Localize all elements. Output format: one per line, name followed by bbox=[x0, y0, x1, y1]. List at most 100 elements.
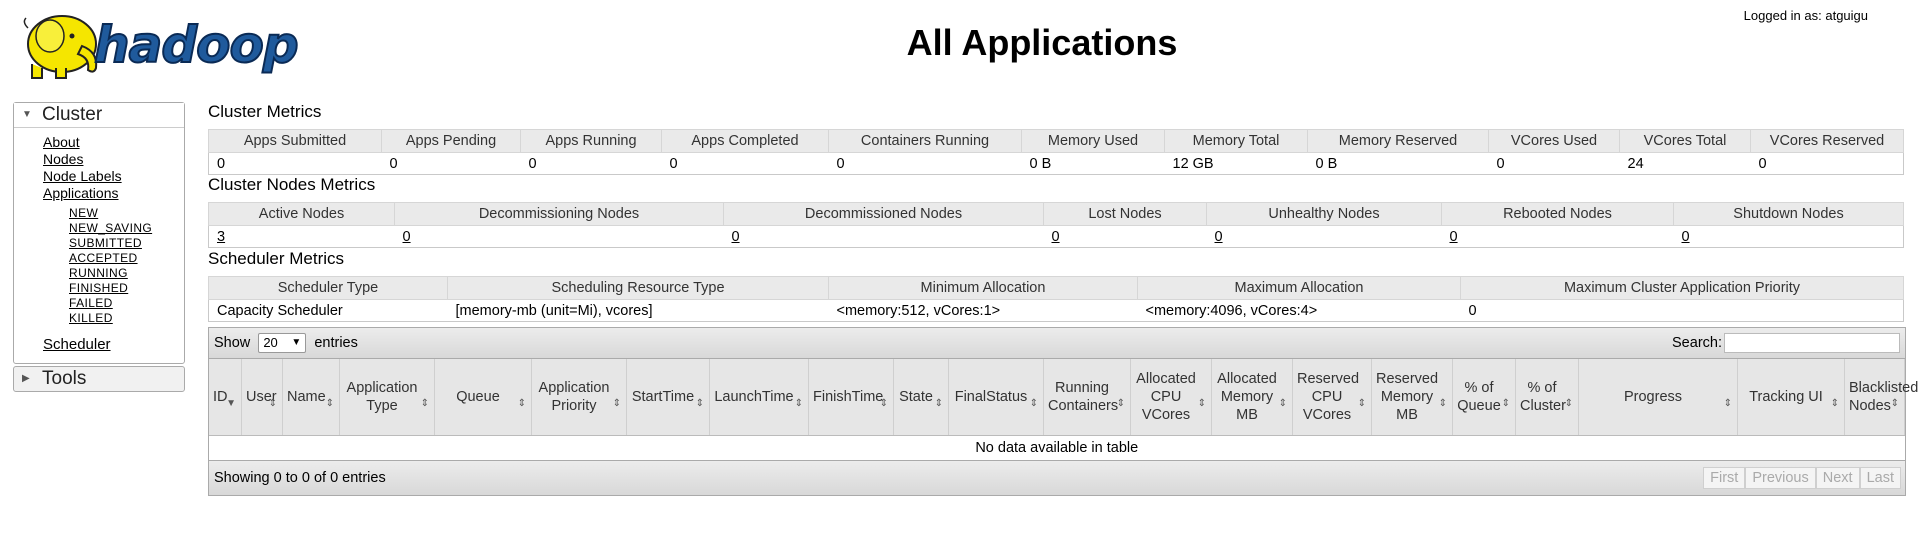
col-running-containers[interactable]: Running Containers ⇕ bbox=[1043, 359, 1131, 436]
triangle-down-icon: ▼ bbox=[22, 109, 32, 120]
col-unhealthy-nodes: Unhealthy Nodes bbox=[1206, 202, 1442, 226]
col-state[interactable]: State ⇕ bbox=[893, 359, 949, 436]
col-allocated-cpu-vcores[interactable]: Allocated CPU VCores ⇕ bbox=[1130, 359, 1212, 436]
sort-both-icon: ⇕ bbox=[1501, 398, 1510, 409]
nav-link-state-failed[interactable]: FAILED bbox=[69, 296, 113, 310]
apps-header-row: ID ▼ User ⇕ Name ⇕ Application Type ⇕ Queue ⇕… bbox=[209, 359, 1918, 436]
scheduler-metrics-table: Scheduler Type Scheduling Resource Type … bbox=[208, 276, 1904, 322]
cluster-nodes-metrics-title: Cluster Nodes Metrics bbox=[208, 175, 376, 194]
col-progress-label: Progress bbox=[1623, 389, 1683, 405]
col-queue[interactable]: Queue ⇕ bbox=[434, 359, 532, 436]
col-user[interactable]: User ⇕ bbox=[241, 359, 283, 436]
cluster-nav-header[interactable]: ▼ Cluster bbox=[14, 103, 184, 128]
col-percent-of-cluster[interactable]: % of Cluster ⇕ bbox=[1515, 359, 1579, 436]
show-label: Show bbox=[214, 335, 251, 351]
col-apps-completed: Apps Completed bbox=[661, 129, 829, 153]
col-finishtime-label: FinishTime bbox=[813, 389, 884, 405]
sort-both-icon: ⇕ bbox=[1029, 398, 1038, 409]
pager-first-button[interactable]: First bbox=[1703, 467, 1746, 489]
col-lost-nodes: Lost Nodes bbox=[1043, 202, 1207, 226]
table-row: No data available in table bbox=[209, 436, 1905, 461]
table-info: Showing 0 to 0 of 0 entries bbox=[214, 470, 386, 486]
val-memory-reserved: 0 B bbox=[1307, 152, 1489, 175]
col-launchtime[interactable]: LaunchTime ⇕ bbox=[709, 359, 809, 436]
col-application-priority[interactable]: Application Priority ⇕ bbox=[531, 359, 627, 436]
link-rebooted-nodes[interactable]: 0 bbox=[1450, 229, 1458, 245]
col-progress[interactable]: Progress ⇕ bbox=[1578, 359, 1738, 436]
pagination: First Previous Next Last bbox=[1703, 467, 1901, 489]
page-size-select[interactable]: 20 ▼ bbox=[258, 333, 307, 354]
col-rebooted-nodes: Rebooted Nodes bbox=[1441, 202, 1674, 226]
triangle-right-icon: ▶ bbox=[22, 373, 30, 384]
col-blacklisted-nodes[interactable]: Blacklisted Nodes ⇕ bbox=[1844, 359, 1918, 436]
cluster-nodes-metrics-table: Active Nodes Decommissioning Nodes Decom… bbox=[208, 202, 1904, 248]
applications-table-panel: Show 20 ▼ entries Search: ID ▼ User ⇕ Name ⇕… bbox=[208, 327, 1918, 496]
logged-in-user: Logged in as: atguigu bbox=[1743, 8, 1868, 23]
col-finalstatus[interactable]: FinalStatus ⇕ bbox=[948, 359, 1044, 436]
sort-both-icon: ⇕ bbox=[1890, 398, 1899, 409]
apps-table-toolbar: Show 20 ▼ entries Search: bbox=[209, 328, 1905, 359]
search-area: Search: bbox=[1672, 328, 1900, 358]
sort-both-icon: ⇕ bbox=[1723, 398, 1732, 409]
app-state-links: NEW NEW_SAVING SUBMITTED ACCEPTED RUNNIN… bbox=[43, 206, 184, 326]
col-application-type[interactable]: Application Type ⇕ bbox=[339, 359, 435, 436]
pager-last-button[interactable]: Last bbox=[1859, 467, 1901, 489]
tools-nav-panel[interactable]: ▶ Tools bbox=[13, 366, 185, 392]
col-percent-of-cluster-label: % of Cluster bbox=[1520, 380, 1566, 414]
hadoop-logo[interactable]: hadoop bbox=[12, 6, 312, 82]
nav-link-node-labels[interactable]: Node Labels bbox=[43, 168, 122, 184]
nav-link-state-submitted[interactable]: SUBMITTED bbox=[69, 236, 142, 250]
nav-link-nodes[interactable]: Nodes bbox=[43, 151, 83, 167]
nav-link-state-new-saving[interactable]: NEW_SAVING bbox=[69, 221, 152, 235]
col-percent-of-queue[interactable]: % of Queue ⇕ bbox=[1452, 359, 1516, 436]
nav-link-state-killed[interactable]: KILLED bbox=[69, 311, 113, 325]
val-apps-completed: 0 bbox=[661, 152, 829, 175]
nav-link-state-running[interactable]: RUNNING bbox=[69, 266, 128, 280]
pager-previous-button[interactable]: Previous bbox=[1745, 467, 1816, 489]
link-decommissioning-nodes[interactable]: 0 bbox=[403, 229, 411, 245]
link-shutdown-nodes[interactable]: 0 bbox=[1682, 229, 1690, 245]
val-maximum-allocation: <memory:4096, vCores:4> bbox=[1137, 299, 1461, 322]
pager-next-button[interactable]: Next bbox=[1815, 467, 1860, 489]
sort-both-icon: ⇕ bbox=[879, 398, 888, 409]
col-percent-of-queue-label: % of Queue bbox=[1457, 380, 1501, 414]
empty-table-message: No data available in table bbox=[975, 440, 1139, 456]
scheduler-metrics-title: Scheduler Metrics bbox=[208, 249, 345, 268]
col-tracking-ui[interactable]: Tracking UI ⇕ bbox=[1737, 359, 1845, 436]
col-id[interactable]: ID ▼ bbox=[209, 359, 242, 436]
col-decommissioning-nodes: Decommissioning Nodes bbox=[394, 202, 724, 226]
nav-link-state-finished[interactable]: FINISHED bbox=[69, 281, 128, 295]
val-vcores-total: 24 bbox=[1619, 152, 1751, 175]
col-reserved-memory-mb-label: Reserved Memory MB bbox=[1376, 371, 1439, 423]
val-apps-submitted: 0 bbox=[208, 152, 382, 175]
col-max-cluster-app-priority: Maximum Cluster Application Priority bbox=[1460, 276, 1904, 300]
nodes-metrics-value-row: 3 0 0 0 0 0 0 bbox=[208, 225, 1904, 248]
link-unhealthy-nodes[interactable]: 0 bbox=[1215, 229, 1223, 245]
link-decommissioned-nodes[interactable]: 0 bbox=[732, 229, 740, 245]
nav-link-scheduler[interactable]: Scheduler bbox=[43, 336, 111, 353]
col-maximum-allocation: Maximum Allocation bbox=[1137, 276, 1461, 300]
col-finalstatus-label: FinalStatus bbox=[954, 389, 1028, 405]
apps-table-footer: Showing 0 to 0 of 0 entries First Previo… bbox=[209, 460, 1905, 495]
col-apps-pending: Apps Pending bbox=[381, 129, 521, 153]
link-lost-nodes[interactable]: 0 bbox=[1052, 229, 1060, 245]
col-reserved-cpu-vcores[interactable]: Reserved CPU VCores ⇕ bbox=[1292, 359, 1372, 436]
col-name-label: Name bbox=[287, 389, 326, 405]
nav-link-applications[interactable]: Applications bbox=[43, 185, 119, 201]
col-name[interactable]: Name ⇕ bbox=[282, 359, 340, 436]
tools-nav-header[interactable]: ▶ Tools bbox=[14, 367, 184, 391]
col-reserved-memory-mb[interactable]: Reserved Memory MB ⇕ bbox=[1371, 359, 1453, 436]
link-active-nodes[interactable]: 3 bbox=[217, 229, 225, 245]
search-input[interactable] bbox=[1724, 333, 1900, 354]
nav-link-about[interactable]: About bbox=[43, 134, 80, 150]
sort-both-icon: ⇕ bbox=[934, 398, 943, 409]
nav-link-state-accepted[interactable]: ACCEPTED bbox=[69, 251, 138, 265]
col-finishtime[interactable]: FinishTime ⇕ bbox=[808, 359, 894, 436]
col-starttime[interactable]: StartTime ⇕ bbox=[626, 359, 710, 436]
val-memory-total: 12 GB bbox=[1164, 152, 1308, 175]
col-vcores-total: VCores Total bbox=[1619, 129, 1751, 153]
val-max-cluster-app-priority: 0 bbox=[1460, 299, 1904, 322]
col-allocated-memory-mb[interactable]: Allocated Memory MB ⇕ bbox=[1211, 359, 1293, 436]
nav-link-state-new[interactable]: NEW bbox=[69, 206, 98, 220]
val-scheduling-resource-type: [memory-mb (unit=Mi), vcores] bbox=[447, 299, 829, 322]
